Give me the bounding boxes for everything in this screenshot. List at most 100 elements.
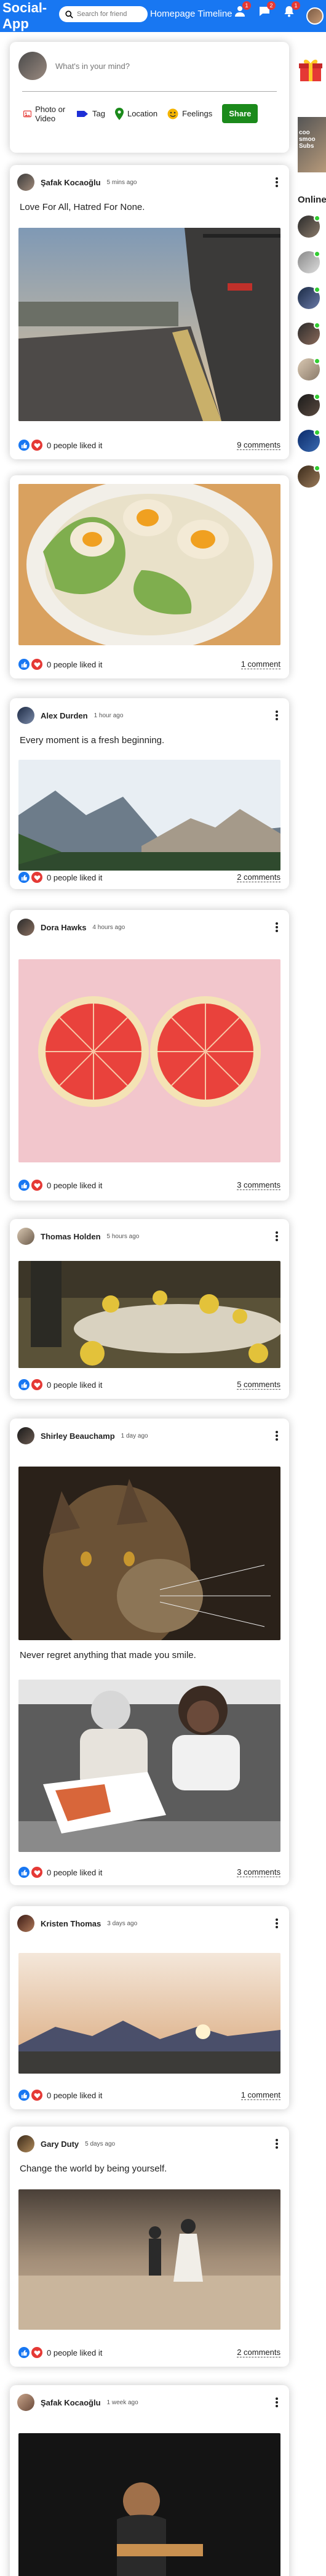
topbar: Social-App Homepage Timeline 1 2 1 <box>0 0 326 32</box>
heart-icon[interactable] <box>31 1379 42 1390</box>
homepage-link[interactable]: Homepage <box>150 9 195 19</box>
more-options-icon[interactable] <box>272 2139 282 2149</box>
more-options-icon[interactable] <box>272 1231 282 1241</box>
post-avatar[interactable] <box>17 919 34 936</box>
post-time: 1 hour ago <box>93 712 124 719</box>
comments-link[interactable]: 5 comments <box>237 1380 280 1390</box>
post-avatar[interactable] <box>17 707 34 724</box>
heart-icon[interactable] <box>31 659 42 670</box>
post-image[interactable] <box>18 1953 280 2074</box>
heart-icon[interactable] <box>31 1867 42 1878</box>
post-avatar[interactable] <box>17 2135 34 2152</box>
comments-link[interactable]: 1 comment <box>241 659 280 669</box>
post-avatar[interactable] <box>17 1915 34 1932</box>
post-image[interactable] <box>18 760 280 871</box>
post-author[interactable]: Alex Durden <box>41 711 88 720</box>
comments-link[interactable]: 1 comment <box>241 2090 280 2100</box>
post-image[interactable] <box>18 1680 280 1852</box>
post-author[interactable]: Dora Hawks <box>41 923 86 932</box>
post-image[interactable] <box>18 2189 280 2330</box>
online-friend[interactable] <box>298 429 320 452</box>
notifications-button[interactable]: 1 <box>283 1 300 17</box>
post-author[interactable]: Shirley Beauchamp <box>41 1431 115 1441</box>
post-avatar[interactable] <box>17 1427 34 1444</box>
post-time: 5 mins ago <box>106 179 137 186</box>
like-icon[interactable] <box>18 2090 30 2101</box>
more-options-icon[interactable] <box>272 922 282 932</box>
like-icon[interactable] <box>18 1379 30 1390</box>
like-icon[interactable] <box>18 2347 30 2358</box>
tag-label: Tag <box>92 109 105 118</box>
online-status-dot <box>314 393 320 400</box>
friend-requests-button[interactable]: 1 <box>234 1 251 17</box>
post-image[interactable] <box>18 2433 280 2576</box>
comments-link[interactable]: 3 comments <box>237 1867 280 1877</box>
post-avatar[interactable] <box>17 174 34 191</box>
online-friend[interactable] <box>298 393 320 416</box>
more-options-icon[interactable] <box>272 1431 282 1441</box>
post-avatar[interactable] <box>17 1228 34 1245</box>
timeline-link[interactable]: Timeline <box>197 9 232 19</box>
like-icon[interactable] <box>18 1867 30 1878</box>
like-count: 0 people liked it <box>47 1867 103 1877</box>
heart-icon[interactable] <box>31 440 42 451</box>
online-friend[interactable] <box>298 322 320 345</box>
search-icon <box>65 10 73 18</box>
tag-option[interactable]: Tag <box>76 109 105 118</box>
post-image[interactable] <box>18 484 280 645</box>
search-input[interactable] <box>77 10 145 18</box>
comments-link[interactable]: 2 comments <box>237 872 280 882</box>
online-status-dot <box>314 322 320 329</box>
post-image[interactable] <box>18 228 280 421</box>
heart-icon[interactable] <box>31 2090 42 2101</box>
feelings-option[interactable]: Feelings <box>167 108 212 119</box>
status-input[interactable] <box>55 61 252 71</box>
post-time: 4 hours ago <box>92 924 125 931</box>
comments-link[interactable]: 2 comments <box>237 2348 280 2357</box>
post-image[interactable] <box>18 1467 280 1640</box>
online-friend[interactable] <box>298 215 320 238</box>
post-author[interactable]: Thomas Holden <box>41 1232 101 1241</box>
smiley-icon <box>167 108 178 119</box>
heart-icon[interactable] <box>31 2347 42 2358</box>
comments-link[interactable]: 3 comments <box>237 1180 280 1190</box>
post-author[interactable]: Kristen Thomas <box>41 1919 101 1928</box>
like-icon[interactable] <box>18 440 30 451</box>
post-card: Thomas Holden 5 hours ago 0 people liked… <box>10 1219 289 1399</box>
heart-icon[interactable] <box>31 1180 42 1191</box>
share-box: Photo or Video Tag Location Feelings Sha… <box>10 42 289 153</box>
messages-button[interactable]: 2 <box>258 1 276 17</box>
online-friend[interactable] <box>298 286 320 309</box>
like-icon[interactable] <box>18 659 30 670</box>
more-options-icon[interactable] <box>272 2397 282 2407</box>
comments-link[interactable]: 9 comments <box>237 440 280 450</box>
like-count: 0 people liked it <box>47 872 103 882</box>
like-icon[interactable] <box>18 872 30 883</box>
heart-icon[interactable] <box>31 872 42 883</box>
location-option[interactable]: Location <box>114 107 157 120</box>
post-author[interactable]: Gary Duty <box>41 2139 79 2149</box>
search-bar[interactable] <box>59 6 148 22</box>
post-image[interactable] <box>18 1261 280 1368</box>
profile-avatar[interactable] <box>306 7 324 25</box>
share-avatar <box>18 52 47 80</box>
more-options-icon[interactable] <box>272 710 282 720</box>
post-author[interactable]: Şafak Kocaoğlu <box>41 2398 101 2407</box>
online-friend[interactable] <box>298 465 320 488</box>
ad-banner[interactable]: coo smoo Subs <box>298 117 326 172</box>
share-button[interactable]: Share <box>222 104 258 123</box>
post-author[interactable]: Şafak Kocaoğlu <box>41 178 101 187</box>
more-options-icon[interactable] <box>272 177 282 187</box>
post-image[interactable] <box>18 959 280 1162</box>
like-count: 0 people liked it <box>47 2348 103 2357</box>
gift-icon[interactable] <box>298 57 324 83</box>
online-friend[interactable] <box>298 358 320 380</box>
photo-video-label: Photo or Video <box>35 104 66 123</box>
like-icon[interactable] <box>18 1180 30 1191</box>
post-avatar[interactable] <box>17 2394 34 2411</box>
app-logo[interactable]: Social-App <box>2 0 52 32</box>
more-options-icon[interactable] <box>272 1918 282 1928</box>
online-friend[interactable] <box>298 251 320 273</box>
post-text: Love For All, Hatred For None. <box>20 202 145 212</box>
photo-video-option[interactable]: Photo or Video <box>23 105 66 123</box>
